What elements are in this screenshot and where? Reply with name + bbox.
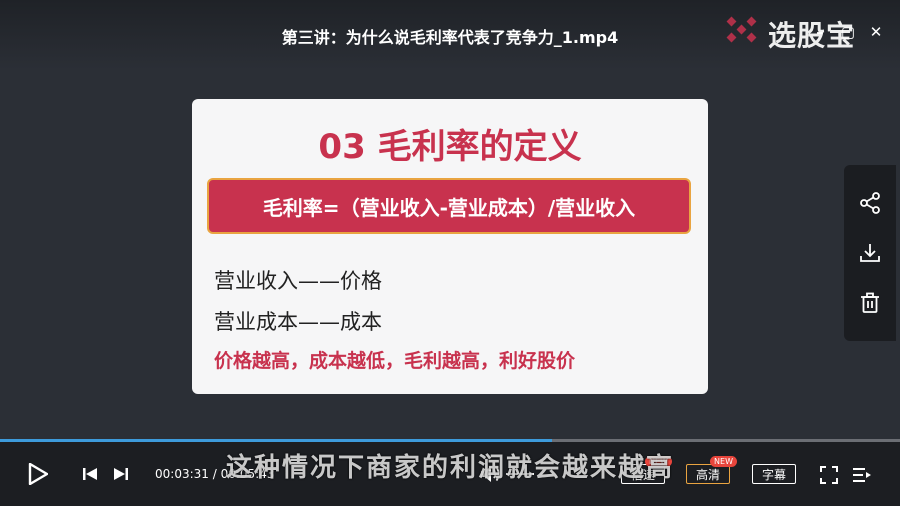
slide-line-revenue: 营业收入——价格	[214, 269, 382, 293]
play-icon[interactable]	[28, 463, 48, 485]
formula-text: 毛利率=（营业收入-营业成本）/营业收入	[262, 195, 636, 220]
caption-button[interactable]: 字幕	[752, 464, 796, 484]
download-icon[interactable]	[858, 241, 882, 265]
speed-label: 倍速	[630, 468, 655, 482]
quality-new-badge: NEW	[710, 456, 737, 467]
close-icon[interactable]: ✕	[868, 24, 884, 40]
side-panel	[844, 165, 896, 341]
formula-box: 毛利率=（营业收入-营业成本）/营业收入	[207, 178, 691, 234]
volume-icon[interactable]	[480, 465, 502, 483]
volume-slider[interactable]	[506, 473, 534, 475]
previous-icon[interactable]	[82, 466, 98, 482]
quality-button[interactable]: 高清 NEW	[686, 456, 737, 484]
maximize-icon[interactable]: ▢	[840, 24, 856, 40]
delete-icon[interactable]	[858, 291, 882, 315]
slide-line-cost: 营业成本——成本	[214, 310, 382, 334]
window-controls: – ▢ ✕	[812, 24, 884, 40]
speed-button[interactable]: 倍速 NEW	[621, 456, 672, 484]
quality-label: 高清	[695, 468, 720, 482]
slide-title: 03 毛利率的定义	[318, 127, 582, 167]
share-icon[interactable]	[858, 191, 882, 215]
playlist-icon[interactable]	[852, 466, 872, 484]
current-time: 00:03:31	[155, 467, 209, 481]
fullscreen-icon[interactable]	[820, 466, 838, 484]
time-separator: /	[212, 467, 217, 481]
slide: 03 毛利率的定义 毛利率=（营业收入-营业成本）/营业收入 营业收入——价格 …	[192, 99, 708, 394]
brand-mark-icon	[726, 16, 757, 43]
slide-highlight: 价格越高，成本越低，毛利越高，利好股价	[214, 350, 576, 372]
speed-new-badge: NEW	[645, 456, 672, 467]
time-display: 00:03:31 / 00:05:43	[155, 467, 275, 481]
duration: 00:05:43	[220, 467, 275, 481]
caption-label: 字幕	[761, 468, 786, 482]
control-bar: 00:03:31 / 00:05:43 倍速 NEW 高清 NEW 字幕	[0, 442, 900, 506]
next-icon[interactable]	[113, 466, 129, 482]
minimize-icon[interactable]: –	[812, 24, 828, 40]
